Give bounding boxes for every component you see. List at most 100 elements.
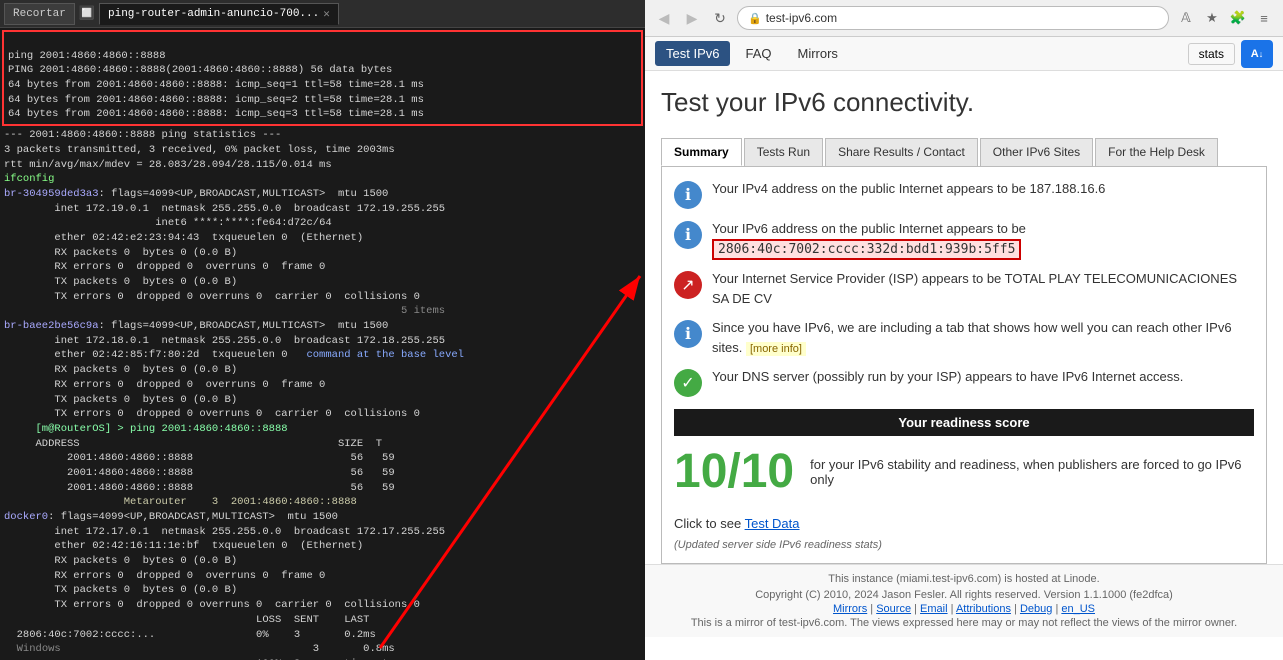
terminal-iface-br1-ether: ether 02:42:85:f7:80:2d txqueuelen 0 com… <box>0 348 645 363</box>
terminal-body: ping 2001:4860:4860::8888 PING 2001:4860… <box>0 28 645 660</box>
back-button[interactable]: ◀ <box>653 7 675 29</box>
terminal-rtt-line: rtt min/avg/max/mdev = 28.083/28.094/28.… <box>0 158 645 173</box>
site-nav-links: Test IPv6 FAQ Mirrors <box>655 41 849 66</box>
info-text-ipv6-tab: Since you have IPv6, we are including a … <box>712 318 1254 357</box>
extensions-icon[interactable]: 🧩 <box>1227 7 1249 29</box>
terminal-docker-txp: TX packets 0 bytes 0 (0.0 B) <box>0 583 645 598</box>
terminal-docker-ether: ether 02:42:16:11:1e:bf txqueuelen 0 (Et… <box>0 539 645 554</box>
terminal-stats-result: 3 packets transmitted, 3 received, 0% pa… <box>0 143 645 158</box>
terminal-iface-br1-name: br-baee2be56c9a: flags=4099<UP,BROADCAST… <box>0 319 645 334</box>
nav-test-ipv6[interactable]: Test IPv6 <box>655 41 730 66</box>
terminal-data-row3: 2001:4860:4860::8888 56 59 <box>0 481 645 496</box>
terminal-docker-rxe: RX errors 0 dropped 0 overruns 0 frame 0 <box>0 569 645 584</box>
terminal-tab-recortar[interactable]: Recortar <box>4 3 75 25</box>
footer-hosted: This instance (miami.test-ipv6.com) is h… <box>661 573 1267 585</box>
info-text-dns: Your DNS server (possibly run by your IS… <box>712 367 1183 387</box>
site-header: Test your IPv6 connectivity. <box>645 71 1283 138</box>
bookmark-icon[interactable]: ★ <box>1201 7 1223 29</box>
footer-mirrors-link[interactable]: Mirrors <box>833 603 867 615</box>
readiness-description: for your IPv6 stability and readiness, w… <box>810 457 1254 487</box>
terminal-iface-br0-tx: TX packets 0 bytes 0 (0.0 B) <box>0 275 645 290</box>
ipv6-text-before: Your IPv6 address on the public Internet… <box>712 221 1026 236</box>
menu-icon[interactable]: ≡ <box>1253 7 1275 29</box>
terminal-tabs: Recortar 🔲 ping-router-admin-anuncio-700… <box>0 0 645 28</box>
lock-icon: 🔒 <box>748 12 762 25</box>
browser-chrome: ◀ ▶ ↻ 🔒 test-ipv6.com 𝔸 ★ 🧩 ≡ <box>645 0 1283 37</box>
terminal-iface-br1-rxe: RX errors 0 dropped 0 overruns 0 frame 0 <box>0 378 645 393</box>
tab-share-results[interactable]: Share Results / Contact <box>825 138 978 166</box>
info-icon-ipv4: ℹ <box>674 181 702 209</box>
updated-text: (Updated server side IPv6 readiness stat… <box>674 539 1254 551</box>
footer-source-link[interactable]: Source <box>876 603 911 615</box>
terminal-docker-inet: inet 172.17.0.1 netmask 255.255.0.0 broa… <box>0 525 645 540</box>
info-row-isp: ↗ Your Internet Service Provider (ISP) a… <box>674 269 1254 308</box>
info-text-isp: Your Internet Service Provider (ISP) app… <box>712 269 1254 308</box>
site-navigation: Test IPv6 FAQ Mirrors stats A↓ <box>645 37 1283 71</box>
page-title: Test your IPv6 connectivity. <box>661 87 1267 118</box>
terminal-ifconfig: ifconfig <box>0 172 645 187</box>
nav-mirrors[interactable]: Mirrors <box>786 41 848 66</box>
more-info-link[interactable]: [more info] <box>746 342 806 356</box>
terminal-data-row2: 2001:4860:4860::8888 56 59 <box>0 466 645 481</box>
readiness-body: 10/10 for your IPv6 stability and readin… <box>674 436 1254 508</box>
terminal-panel: Recortar 🔲 ping-router-admin-anuncio-700… <box>0 0 645 660</box>
footer-mirror-note: This is a mirror of test-ipv6.com. The v… <box>661 617 1267 629</box>
translate-icon-btn[interactable]: 𝔸 <box>1175 7 1197 29</box>
terminal-iface-br0-rxerr: RX errors 0 dropped 0 overruns 0 frame 0 <box>0 260 645 275</box>
address-bar[interactable]: 🔒 test-ipv6.com <box>737 6 1169 30</box>
terminal-tab-ping[interactable]: ping-router-admin-anuncio-700... ✕ <box>99 3 339 25</box>
tab-help-desk[interactable]: For the Help Desk <box>1095 138 1218 166</box>
terminal-iface-br0-inet: inet 172.19.0.1 netmask 255.255.0.0 broa… <box>0 202 645 217</box>
terminal-metarouter: Metarouter 3 2001:4860:4860::8888 <box>0 495 645 510</box>
footer-links: Mirrors | Source | Email | Attributions … <box>661 603 1267 615</box>
readiness-score: 10/10 <box>674 448 794 496</box>
info-text-ipv4: Your IPv4 address on the public Internet… <box>712 179 1105 199</box>
reload-button[interactable]: ↻ <box>709 7 731 29</box>
terminal-iface-br1-txe: TX errors 0 dropped 0 overruns 0 carrier… <box>0 407 645 422</box>
ping-output-box: ping 2001:4860:4860::8888 PING 2001:4860… <box>2 30 643 126</box>
terminal-iface-br0-addr: inet6 ****:****:fe64:d72c/64 <box>0 216 645 231</box>
nav-faq[interactable]: FAQ <box>734 41 782 66</box>
footer-locale-link[interactable]: en_US <box>1061 603 1095 615</box>
info-icon-ipv6: ℹ <box>674 221 702 249</box>
readiness-header: Your readiness score <box>674 409 1254 436</box>
tab-other-ipv6[interactable]: Other IPv6 Sites <box>980 138 1093 166</box>
footer-email-link[interactable]: Email <box>920 603 948 615</box>
browser-panel: ◀ ▶ ↻ 🔒 test-ipv6.com 𝔸 ★ 🧩 ≡ Test IPv6 … <box>645 0 1283 660</box>
terminal-iface-br1-txp: TX packets 0 bytes 0 (0.0 B) <box>0 393 645 408</box>
tab-summary[interactable]: Summary <box>661 138 742 166</box>
test-data-link[interactable]: Test Data <box>745 516 800 531</box>
footer-copyright: Copyright (C) 2010, 2024 Jason Fesler. A… <box>661 589 1267 601</box>
info-icon-dns: ✓ <box>674 369 702 397</box>
terminal-iface-br0-txerr: TX errors 0 dropped 0 overruns 0 carrier… <box>0 290 645 305</box>
terminal-iface-br1-inet: inet 172.18.0.1 netmask 255.255.0.0 broa… <box>0 334 645 349</box>
content-body: ℹ Your IPv4 address on the public Intern… <box>661 166 1267 564</box>
test-data-prefix: Click to see <box>674 516 741 531</box>
tab-close-icon[interactable]: ✕ <box>323 7 330 21</box>
terminal-iface-br0-rx: RX packets 0 bytes 0 (0.0 B) <box>0 246 645 261</box>
tab-separator: 🔲 <box>79 6 95 21</box>
info-row-ipv6: ℹ Your IPv6 address on the public Intern… <box>674 219 1254 259</box>
terminal-iface-br1-rxp: RX packets 0 bytes 0 (0.0 B) <box>0 363 645 378</box>
url-text: test-ipv6.com <box>766 11 837 25</box>
terminal-docker-txe: TX errors 0 dropped 0 overruns 0 carrier… <box>0 598 645 613</box>
test-data-section: Click to see Test Data <box>674 508 1254 539</box>
terminal-iface-br0-name: br-304959ded3a3: flags=4099<UP,BROADCAST… <box>0 187 645 202</box>
terminal-prompt-line: [m@RouterOS] > ping 2001:4860:4860::8888 <box>0 422 645 437</box>
readiness-section: Your readiness score 10/10 for your IPv6… <box>674 409 1254 508</box>
translate-button[interactable]: A↓ <box>1241 40 1273 68</box>
info-row-ipv6-tab: ℹ Since you have IPv6, we are including … <box>674 318 1254 357</box>
terminal-stats-line: --- 2001:4860:4860::8888 ping statistics… <box>0 128 645 143</box>
terminal-loss-row2: Windows 3 0.8ms <box>0 642 645 657</box>
terminal-columns-header: ADDRESS SIZE T <box>0 437 645 452</box>
forward-button[interactable]: ▶ <box>681 7 703 29</box>
terminal-docker-rxp: RX packets 0 bytes 0 (0.0 B) <box>0 554 645 569</box>
tab-tests-run[interactable]: Tests Run <box>744 138 823 166</box>
browser-toolbar-icons: 𝔸 ★ 🧩 ≡ <box>1175 7 1275 29</box>
footer-debug-link[interactable]: Debug <box>1020 603 1052 615</box>
browser-toolbar: ◀ ▶ ↻ 🔒 test-ipv6.com 𝔸 ★ 🧩 ≡ <box>645 0 1283 36</box>
ipv6-address-highlight: 2806:40c:7002:cccc:332d:bdd1:939b:5ff5 <box>712 239 1021 260</box>
stats-button[interactable]: stats <box>1188 43 1235 65</box>
footer-attributions-link[interactable]: Attributions <box>956 603 1011 615</box>
site-nav-right: stats A↓ <box>1188 40 1273 68</box>
